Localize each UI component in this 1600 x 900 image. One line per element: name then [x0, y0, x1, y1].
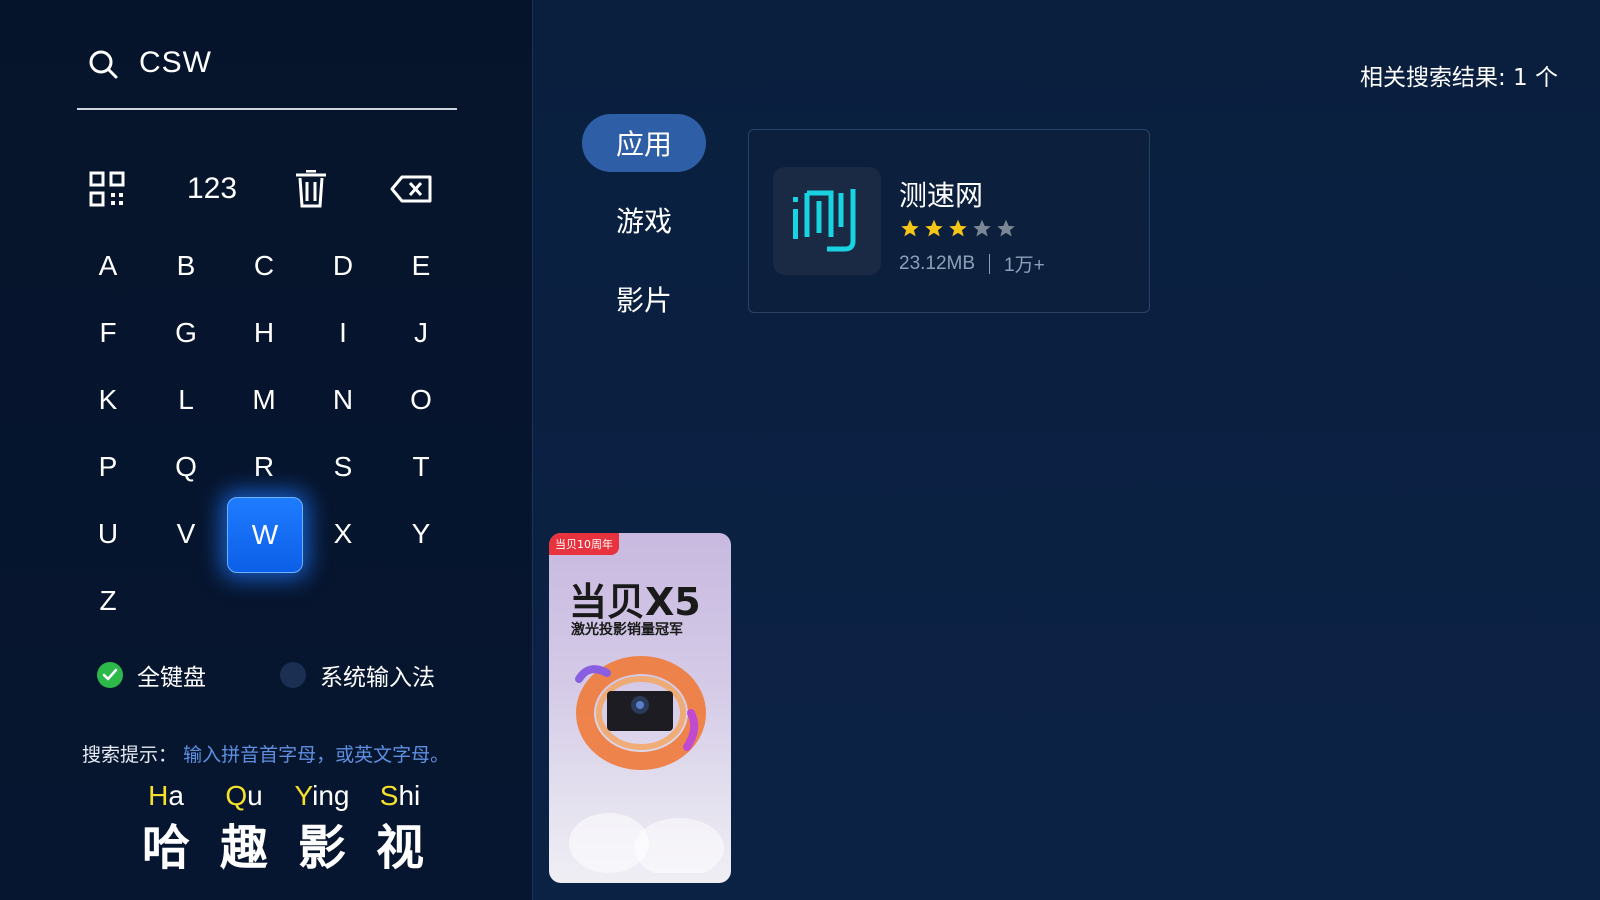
key-t[interactable]: T	[384, 430, 458, 504]
brand-char: 影	[297, 820, 346, 876]
system-ime-label: 系统输入法	[320, 665, 435, 691]
app-downloads: 1万+	[1004, 255, 1045, 276]
search-icon	[89, 50, 118, 79]
brand-initial: Y	[294, 780, 313, 811]
promo-banner[interactable]: 当贝10周年 当贝X5 激光投影销量冠军	[549, 533, 731, 883]
function-key-row: 123	[70, 152, 470, 212]
search-hint: 搜索提示： 输入拼音首字母，或英文字母。	[82, 740, 449, 767]
star-icon	[925, 219, 943, 237]
search-bar[interactable]: CSW	[77, 40, 457, 110]
key-m[interactable]: M	[227, 363, 301, 437]
hint-text: 输入拼音首字母，或英文字母。	[183, 744, 450, 766]
check-icon	[97, 662, 123, 688]
tab-apps[interactable]: 应用	[582, 114, 706, 172]
app-icon	[773, 167, 881, 275]
key-q[interactable]: Q	[149, 430, 223, 504]
app-name: 测速网	[899, 179, 984, 212]
key-s[interactable]: S	[306, 430, 380, 504]
key-y[interactable]: Y	[384, 497, 458, 571]
qr-code-key[interactable]	[70, 152, 144, 226]
key-k[interactable]: K	[71, 363, 145, 437]
key-w[interactable]: W	[227, 497, 303, 573]
promo-title: 当贝X5	[569, 580, 701, 624]
key-o[interactable]: O	[384, 363, 458, 437]
key-v[interactable]: V	[149, 497, 223, 571]
key-f[interactable]: F	[71, 296, 145, 370]
search-query: CSW	[139, 46, 212, 79]
projector-illustration	[569, 656, 724, 873]
key-c[interactable]: C	[227, 229, 301, 303]
promo-badge: 当贝10周年	[549, 533, 619, 555]
brand-logo: Ha 哈 Qu 趣 Ying 影 Shi 视	[130, 780, 430, 880]
brand-initial: H	[148, 780, 169, 811]
key-x[interactable]: X	[306, 497, 380, 571]
key-l[interactable]: L	[149, 363, 223, 437]
key-n[interactable]: N	[306, 363, 380, 437]
radio-icon	[280, 662, 306, 688]
key-d[interactable]: D	[306, 229, 380, 303]
key-a[interactable]: A	[71, 229, 145, 303]
rating-stars	[899, 218, 1017, 239]
clear-key[interactable]	[274, 152, 348, 226]
full-keyboard-option[interactable]: 全键盘	[97, 660, 206, 691]
brand-char: 视	[375, 820, 424, 876]
brand-initial: Q	[225, 780, 248, 811]
result-count: 相关搜索结果: 1 个	[1359, 65, 1558, 91]
key-r[interactable]: R	[227, 430, 301, 504]
keyboard-panel: CSW 123 A B C D E F G H I J K L M N O P …	[0, 0, 533, 900]
app-size: 23.12MB	[899, 252, 976, 274]
qr-code-icon	[89, 171, 125, 207]
tab-movies[interactable]: 影片	[582, 270, 706, 328]
app-meta: 23.12MB 1万+	[899, 250, 1045, 277]
key-b[interactable]: B	[149, 229, 223, 303]
tab-games[interactable]: 游戏	[582, 191, 706, 249]
hint-label: 搜索提示：	[82, 744, 178, 766]
brand-initial: S	[379, 780, 399, 811]
key-u[interactable]: U	[71, 497, 145, 571]
key-j[interactable]: J	[384, 296, 458, 370]
star-icon	[997, 219, 1015, 237]
key-h[interactable]: H	[227, 296, 301, 370]
key-e[interactable]: E	[384, 229, 458, 303]
brand-pinyin: ing	[312, 780, 350, 811]
promo-subtitle: 激光投影销量冠军	[571, 622, 683, 638]
brand-pinyin: a	[168, 780, 184, 811]
key-i[interactable]: I	[306, 296, 380, 370]
brand-char: 哈	[141, 820, 190, 876]
meta-divider	[989, 253, 991, 274]
app-result-card[interactable]: 测速网 23.12MB 1万+	[748, 129, 1150, 313]
system-ime-option[interactable]: 系统输入法	[280, 660, 435, 691]
trash-icon	[296, 170, 326, 208]
key-z[interactable]: Z	[71, 564, 145, 638]
backspace-key[interactable]	[374, 152, 448, 226]
brand-char: 趣	[219, 820, 268, 876]
star-icon	[901, 219, 919, 237]
brand-pinyin: hi	[398, 780, 421, 811]
speedtest-icon	[793, 189, 856, 252]
key-p[interactable]: P	[71, 430, 145, 504]
backspace-icon	[390, 175, 432, 203]
number-key[interactable]: 123	[170, 152, 254, 226]
full-keyboard-label: 全键盘	[137, 665, 206, 691]
key-g[interactable]: G	[149, 296, 223, 370]
star-icon	[949, 219, 967, 237]
brand-pinyin: u	[247, 780, 263, 811]
star-icon	[973, 219, 991, 237]
